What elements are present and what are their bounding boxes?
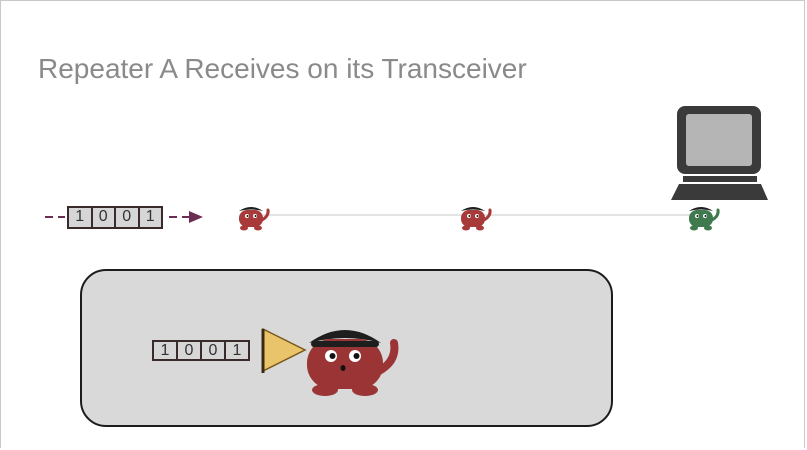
bit: 0 bbox=[93, 208, 116, 227]
bit: 0 bbox=[202, 342, 226, 359]
computer-icon bbox=[671, 106, 768, 200]
repeater-a-icon bbox=[239, 207, 270, 231]
bit: 0 bbox=[116, 208, 140, 227]
bit: 1 bbox=[154, 342, 178, 359]
destination-creature-icon bbox=[689, 207, 720, 231]
repeater-b-icon bbox=[461, 207, 492, 231]
bit: 1 bbox=[232, 342, 242, 359]
slide-title: Repeater A Receives on its Transceiver bbox=[38, 53, 527, 84]
repeater-creature-icon bbox=[307, 330, 399, 396]
received-bits: 1 0 0 1 bbox=[152, 340, 250, 361]
bit: 1 bbox=[145, 208, 155, 225]
bit: 0 bbox=[178, 342, 202, 359]
slide: Repeater A Receives on its Transceiver 1… bbox=[0, 0, 805, 448]
signal-bits: 1 0 0 1 bbox=[67, 206, 163, 229]
bit: 1 bbox=[69, 208, 93, 227]
